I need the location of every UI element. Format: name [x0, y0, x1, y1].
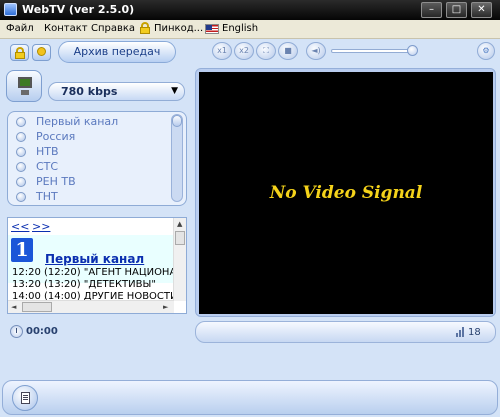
- epg-channel-link[interactable]: Первый канал: [45, 252, 144, 266]
- epg-next-link[interactable]: >>: [32, 220, 50, 233]
- epg-program: 12:20 (12:20) "АГЕНТ НАЦИОНАЛЬНОЙ: [12, 267, 178, 278]
- scroll-left-icon[interactable]: ◄: [11, 303, 16, 311]
- zoom-x2-button[interactable]: x2: [234, 42, 254, 60]
- zoom-x1-button[interactable]: x1: [212, 42, 232, 60]
- menu-contact[interactable]: Контакт: [44, 23, 88, 34]
- viewer-count: 18: [468, 327, 481, 338]
- radio-icon: [16, 147, 26, 157]
- menu-language[interactable]: English: [222, 23, 258, 34]
- tv-monitor-button[interactable]: [6, 70, 42, 102]
- channel-item[interactable]: СТС: [16, 160, 166, 174]
- scrollbar-thumb[interactable]: [172, 115, 182, 127]
- stop-button[interactable]: ■: [278, 42, 298, 60]
- epg-horizontal-scrollbar[interactable]: ◄ ►: [8, 300, 174, 313]
- clock-icon: [10, 325, 23, 338]
- menu-file[interactable]: Файл: [6, 23, 34, 34]
- volume-slider-handle[interactable]: [406, 45, 418, 56]
- menu-help[interactable]: Справка: [91, 23, 135, 34]
- elapsed-time: 00:00: [26, 326, 58, 337]
- scroll-right-icon[interactable]: ►: [163, 303, 168, 311]
- volume-slider[interactable]: [331, 49, 417, 53]
- title-bar: WebTV (ver 2.5.0) – □ ✕: [0, 0, 500, 20]
- radio-icon: [16, 162, 26, 172]
- bitrate-select[interactable]: 780 kbps ▼: [48, 82, 185, 101]
- lock-icon: [15, 47, 25, 59]
- channel-item[interactable]: Первый канал: [16, 115, 166, 129]
- menu-pincode[interactable]: Пинкод...: [154, 23, 203, 34]
- status-bar: [195, 321, 496, 343]
- no-signal-text: No Video Signal: [269, 183, 423, 203]
- time-display: 00:00: [6, 322, 192, 342]
- radio-icon: [16, 177, 26, 187]
- channel-item[interactable]: ТНТ: [16, 190, 166, 204]
- document-icon: [21, 392, 30, 404]
- speaker-icon[interactable]: ◄): [306, 42, 326, 60]
- close-button[interactable]: ✕: [471, 2, 492, 18]
- radio-icon: [16, 132, 26, 142]
- scroll-up-icon[interactable]: ▲: [177, 220, 182, 228]
- epg-panel: << >> 1 Первый канал 12:20 (12:20) "АГЕН…: [7, 217, 187, 314]
- bottom-bar: [2, 380, 498, 415]
- radio-icon: [16, 117, 26, 127]
- channel-scrollbar[interactable]: [171, 114, 183, 202]
- settings-icon[interactable]: ⚙: [477, 42, 495, 60]
- channel-one-logo: 1: [11, 238, 33, 262]
- channel-item[interactable]: РЕН ТВ: [16, 175, 166, 189]
- minimize-button[interactable]: –: [421, 2, 442, 18]
- bitrate-value: 780 kbps: [61, 85, 118, 98]
- signal-icon: [456, 327, 465, 337]
- archive-button[interactable]: Архив передач: [58, 41, 176, 63]
- channel-item[interactable]: Россия: [16, 130, 166, 144]
- fullscreen-button[interactable]: ⛶: [256, 42, 276, 60]
- video-player[interactable]: No Video Signal: [199, 72, 493, 314]
- app-icon: [4, 3, 17, 16]
- window-title: WebTV (ver 2.5.0): [22, 3, 135, 16]
- channel-list: Первый канал Россия НТВ СТС РЕН ТВ ТНТ: [7, 111, 187, 206]
- lock-icon: [140, 22, 150, 34]
- channel-item[interactable]: НТВ: [16, 145, 166, 159]
- favorite-button[interactable]: [32, 44, 51, 61]
- lock-button[interactable]: [10, 44, 29, 61]
- epg-program: 13:20 (13:20) "ДЕТЕКТИВЫ": [12, 279, 156, 290]
- document-button[interactable]: [12, 385, 38, 411]
- epg-vertical-scrollbar[interactable]: ▲: [173, 218, 186, 301]
- chevron-down-icon: ▼: [171, 86, 178, 96]
- maximize-button[interactable]: □: [446, 2, 467, 18]
- epg-prev-link[interactable]: <<: [11, 220, 29, 233]
- radio-icon: [16, 192, 26, 202]
- menu-bar: Файл Контакт Справка Пинкод... English: [0, 20, 500, 39]
- scrollbar-thumb[interactable]: [175, 231, 185, 245]
- smiley-icon: [37, 47, 46, 56]
- scrollbar-thumb[interactable]: [22, 302, 52, 312]
- us-flag-icon: [205, 24, 219, 34]
- monitor-icon: [18, 77, 32, 88]
